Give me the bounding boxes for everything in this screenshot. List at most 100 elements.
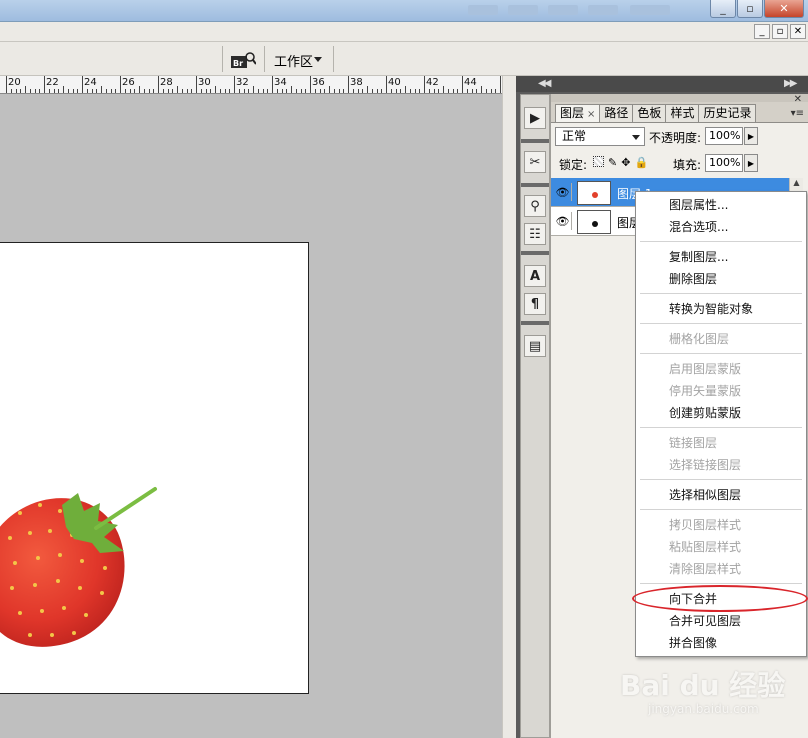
bridge-icon[interactable]: Br <box>230 51 256 69</box>
stamp-icon[interactable]: ⚲ <box>524 195 546 217</box>
menu-item[interactable]: 删除图层 <box>636 268 806 290</box>
menu-item[interactable]: 图层属性... <box>636 194 806 216</box>
watermark-logo: Bai du 经验 jingyan.baidu.com <box>620 664 800 724</box>
strawberry-image <box>0 487 157 647</box>
doc-close-button[interactable]: ✕ <box>790 24 806 39</box>
lock-label: 锁定: <box>559 158 588 172</box>
menu-item[interactable]: 创建剪贴蒙版 <box>636 402 806 424</box>
ruler-tick <box>115 89 117 93</box>
window-restore-button[interactable]: ▫ <box>737 0 763 18</box>
ruler-tick <box>91 89 93 93</box>
panel-close-icon[interactable]: ✕ <box>794 94 802 105</box>
fill-stepper[interactable]: ▶ <box>744 154 758 172</box>
ruler-label: 32 <box>236 77 249 88</box>
menu-item[interactable]: 合并可见图层 <box>636 610 806 632</box>
ruler-tick <box>234 76 235 93</box>
doc-restore-button[interactable]: ▫ <box>772 24 788 39</box>
menu-separator <box>640 323 802 324</box>
menu-item[interactable]: 选择相似图层 <box>636 484 806 506</box>
tab-label: 历史记录 <box>703 106 752 120</box>
blurred-menu-item <box>630 5 670 15</box>
doc-minimize-button[interactable]: _ <box>754 24 770 39</box>
ruler-tick <box>44 76 45 93</box>
wand-icon[interactable]: ✂ <box>524 151 546 173</box>
ruler-tick <box>219 89 221 93</box>
menu-item[interactable]: 转换为智能对象 <box>636 298 806 320</box>
ruler-tick <box>272 76 273 93</box>
ruler-tick <box>314 89 316 93</box>
watermark-url: jingyan.baidu.com <box>648 702 759 716</box>
ruler-tick <box>419 89 421 93</box>
ruler-label: 44 <box>464 77 477 88</box>
ruler-tick <box>210 89 212 93</box>
lock-transparent-icon[interactable] <box>593 156 604 167</box>
window-minimize-button[interactable]: _ <box>710 0 736 18</box>
menu-item[interactable]: 拼合图像 <box>636 632 806 654</box>
panel-menu-icon[interactable]: ▾≡ <box>791 108 804 119</box>
canvas-vertical-scrollbar[interactable] <box>502 76 516 738</box>
layer-thumbnail <box>577 181 611 205</box>
ruler-tick <box>329 86 330 93</box>
tab-styles[interactable]: 样式 <box>665 104 700 122</box>
menu-item[interactable]: 复制图层... <box>636 246 806 268</box>
ruler-tick <box>158 76 159 93</box>
paragraph-icon[interactable]: ¶ <box>524 293 546 315</box>
ruler-tick <box>319 89 321 93</box>
menu-item: 拷贝图层样式 <box>669 518 742 532</box>
notes-icon[interactable]: ▤ <box>524 335 546 357</box>
ruler-tick <box>343 89 345 93</box>
play-icon[interactable]: ▶ <box>524 107 546 129</box>
ruler-tick <box>490 89 492 93</box>
ruler-tick <box>39 89 41 93</box>
tab-close-icon[interactable]: × <box>587 109 595 120</box>
ruler-tick <box>495 89 497 93</box>
tab-layers[interactable]: 图层 × <box>555 104 601 122</box>
ruler-tick <box>53 89 55 93</box>
lock-brush-icon[interactable]: ✎ <box>608 156 617 169</box>
menu-separator <box>640 583 802 584</box>
tab-history[interactable]: 历史记录 <box>698 104 757 122</box>
fill-input[interactable]: 100% <box>705 154 743 172</box>
layer-thumbnail <box>577 210 611 234</box>
tab-label: 色板 <box>637 106 662 120</box>
brush-preset-icon[interactable]: ☷ <box>524 223 546 245</box>
blurred-menu-item <box>548 5 578 15</box>
ruler-tick <box>471 89 473 93</box>
panel-group-divider <box>521 139 549 143</box>
lock-move-icon[interactable]: ✥ <box>621 156 630 169</box>
eye-icon[interactable]: 👁 <box>554 183 572 201</box>
ruler-tick <box>153 89 155 93</box>
opacity-input[interactable]: 100% <box>705 127 743 145</box>
window-close-button[interactable]: ✕ <box>764 0 804 18</box>
ruler-tick <box>25 86 26 93</box>
ruler-tick <box>362 89 364 93</box>
menu-separator <box>640 241 802 242</box>
chevron-down-icon[interactable] <box>314 57 322 62</box>
panel-tabs: 图层 × 路径 色板 样式 历史记录 <box>555 104 757 122</box>
canvas-area: 202224262830323436384042444 <box>0 76 502 738</box>
workspace-menu-label[interactable]: 工作区 <box>274 51 313 70</box>
ruler-tick <box>191 89 193 93</box>
ruler-tick <box>262 89 264 93</box>
panel-grip <box>551 94 808 102</box>
ruler-tick <box>205 89 207 93</box>
ruler-tick <box>305 89 307 93</box>
lock-all-icon[interactable]: 🔒 <box>634 156 648 169</box>
ruler-tick <box>414 89 416 93</box>
blend-mode-select[interactable]: 正常 <box>555 127 645 146</box>
character-icon[interactable]: A <box>524 265 546 287</box>
ruler-tick <box>77 89 79 93</box>
panel-group-divider <box>521 251 549 255</box>
tab-swatches[interactable]: 色板 <box>632 104 667 122</box>
ruler-tick <box>276 89 278 93</box>
ruler-tick <box>6 76 7 93</box>
opacity-stepper[interactable]: ▶ <box>744 127 758 145</box>
menu-item[interactable]: 混合选项... <box>636 216 806 238</box>
ruler-label: 24 <box>84 77 97 88</box>
document-canvas[interactable] <box>0 242 309 694</box>
tab-paths[interactable]: 路径 <box>599 104 634 122</box>
eye-icon[interactable]: 👁 <box>554 212 572 230</box>
ruler-label: 30 <box>198 77 211 88</box>
scroll-up-icon[interactable]: ▲ <box>790 178 803 187</box>
menu-separator <box>640 353 802 354</box>
